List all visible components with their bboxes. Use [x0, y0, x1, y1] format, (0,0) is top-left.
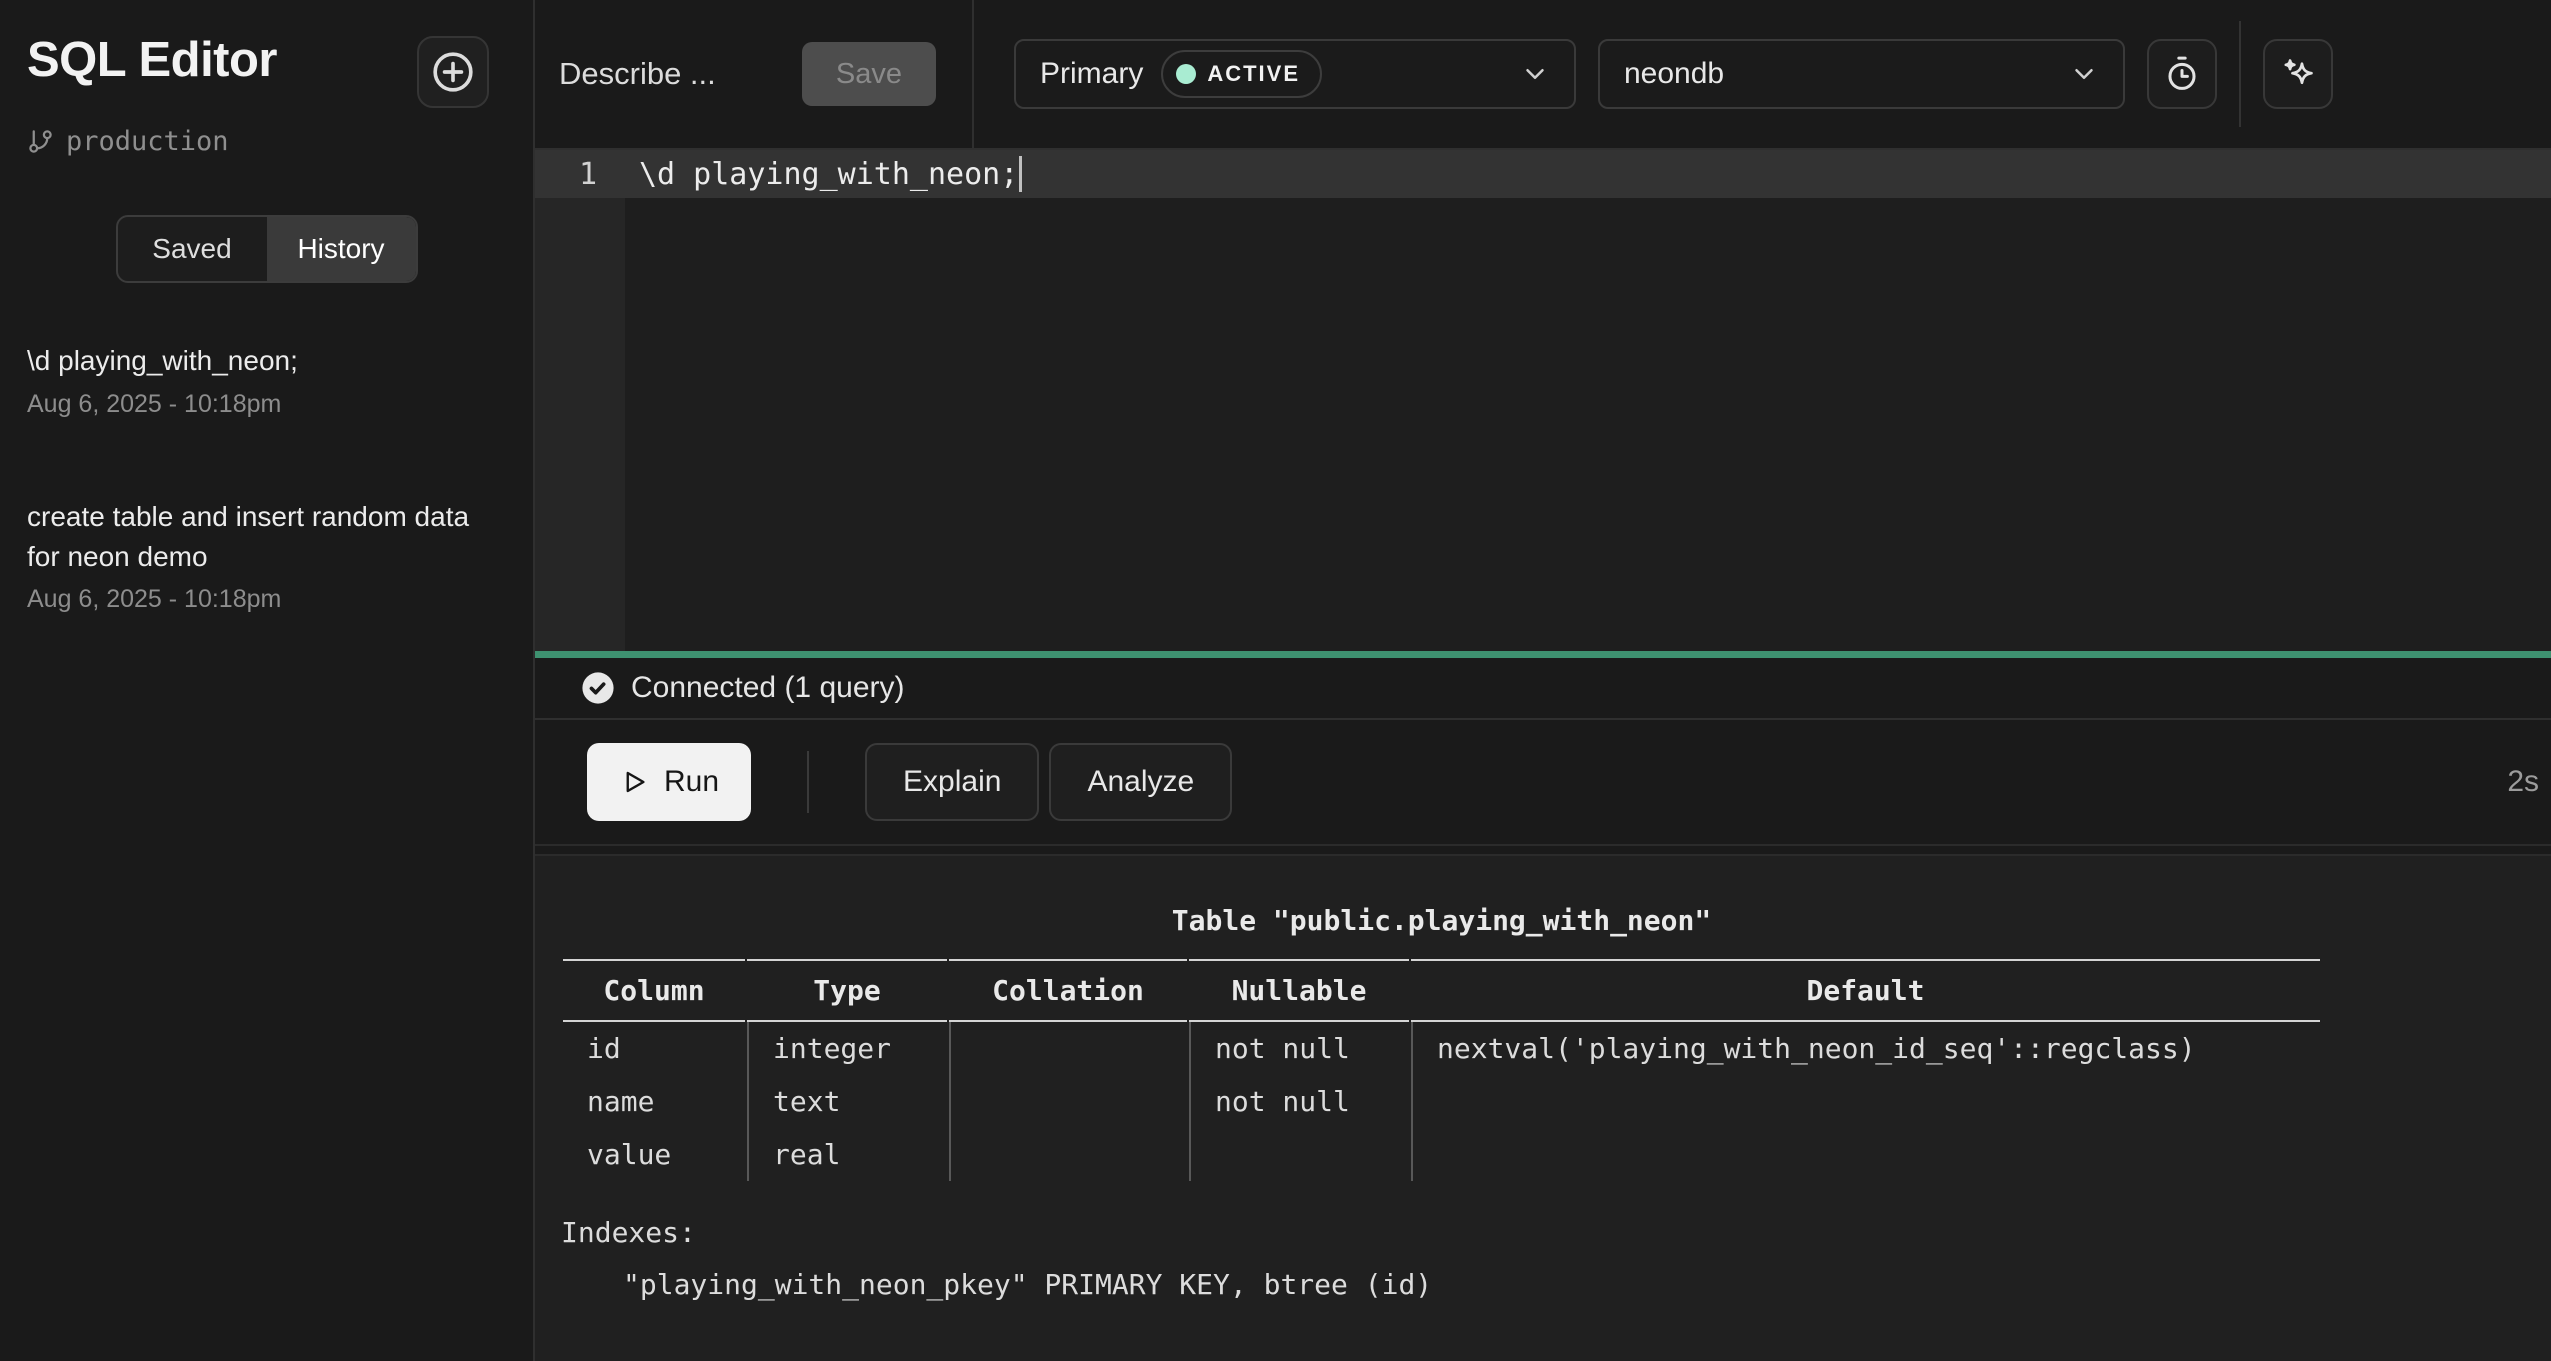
code-text: \d playing_with_neon; [639, 157, 1018, 192]
history-item[interactable]: create table and insert random data for … [27, 497, 513, 615]
branch-select[interactable]: Primary ACTIVE [1014, 39, 1576, 109]
table-cell [949, 1075, 1187, 1128]
sql-editor-app: SQL Editor production Saved History \d p… [0, 0, 2551, 1361]
column-header: Collation [949, 959, 1187, 1022]
text-cursor [1019, 156, 1022, 192]
tab-saved[interactable]: Saved [118, 217, 267, 281]
table-cell: id [563, 1022, 745, 1075]
query-title-input[interactable]: Describe ... [559, 56, 716, 92]
query-history-timer-button[interactable] [2147, 39, 2217, 109]
history-item[interactable]: \d playing_with_neon; Aug 6, 2025 - 10:1… [27, 341, 513, 419]
editor-gutter: 1 [535, 150, 625, 651]
history-item-timestamp: Aug 6, 2025 - 10:18pm [27, 390, 513, 419]
panel-gap [535, 846, 2551, 854]
table-cell: integer [747, 1022, 947, 1075]
results-panel: Table "public.playing_with_neon" Column … [535, 854, 2551, 1361]
analyze-button[interactable]: Analyze [1049, 743, 1232, 821]
table-row: value real [563, 1128, 2320, 1181]
active-status-badge: ACTIVE [1161, 50, 1322, 98]
table-row: name text not null [563, 1075, 2320, 1128]
column-header: Nullable [1189, 959, 1409, 1022]
sidebar-header: SQL Editor [0, 34, 533, 108]
table-cell: nextval('playing_with_neon_id_seq'::regc… [1411, 1022, 2320, 1075]
connection-status-bar: Connected (1 query) [535, 658, 2551, 720]
branch-indicator: production [27, 126, 533, 157]
table-cell [949, 1022, 1187, 1075]
stopwatch-icon [2163, 55, 2201, 93]
ai-assistant-button[interactable] [2263, 39, 2333, 109]
query-progress-bar [535, 651, 2551, 658]
indexes-label: Indexes: [561, 1207, 2551, 1259]
table-cell: real [747, 1128, 947, 1181]
save-button[interactable]: Save [802, 42, 936, 106]
status-dot-icon [1176, 64, 1196, 84]
sidebar: SQL Editor production Saved History \d p… [0, 0, 535, 1361]
circle-plus-icon [430, 49, 476, 95]
database-select[interactable]: neondb [1598, 39, 2125, 109]
indexes-section: Indexes: "playing_with_neon_pkey" PRIMAR… [561, 1207, 2551, 1311]
column-header: Type [747, 959, 947, 1022]
table-cell [1411, 1128, 2320, 1181]
table-cell: not null [1189, 1022, 1409, 1075]
column-header: Column [563, 959, 745, 1022]
history-item-title: \d playing_with_neon; [27, 341, 497, 381]
line-number: 1 [535, 150, 625, 198]
actions-divider [807, 751, 809, 813]
table-cell: text [747, 1075, 947, 1128]
actions-bar: Run Explain Analyze 2s [535, 720, 2551, 846]
saved-history-toggle: Saved History [116, 215, 418, 283]
column-header: Default [1411, 959, 2320, 1022]
active-code-line: \d playing_with_neon; [625, 150, 2551, 198]
explain-analyze-group: Explain Analyze [865, 743, 1232, 821]
git-branch-icon [27, 128, 54, 155]
topbar: Describe ... Save Primary ACTIVE neondb [535, 0, 2551, 150]
explain-button[interactable]: Explain [865, 743, 1039, 821]
table-header-row: Column Type Collation Nullable Default [563, 959, 2320, 1022]
chevron-down-icon [2069, 59, 2099, 89]
table-cell [1189, 1128, 1409, 1181]
main-panel: Describe ... Save Primary ACTIVE neondb [535, 0, 2551, 1361]
run-button-label: Run [664, 765, 719, 799]
query-duration: 2s [2507, 765, 2539, 799]
index-definition: "playing_with_neon_pkey" PRIMARY KEY, bt… [561, 1259, 2551, 1311]
table-row: id integer not null nextval('playing_wit… [563, 1022, 2320, 1075]
table-cell [1411, 1075, 2320, 1128]
branch-name: production [66, 126, 229, 157]
code-editor: 1 \d playing_with_neon; [535, 150, 2551, 651]
branch-select-value: Primary [1040, 57, 1143, 91]
history-item-timestamp: Aug 6, 2025 - 10:18pm [27, 585, 513, 614]
editor-code-area[interactable]: \d playing_with_neon; [625, 150, 2551, 651]
history-item-title: create table and insert random data for … [27, 497, 497, 577]
play-icon [619, 767, 649, 797]
sparkles-icon [2279, 55, 2317, 93]
page-title: SQL Editor [27, 34, 277, 88]
result-table-title: Table "public.playing_with_neon" [561, 904, 2322, 959]
database-select-value: neondb [1624, 57, 1724, 91]
connection-status-text: Connected (1 query) [631, 671, 905, 705]
query-meta: Describe ... Save [535, 0, 974, 148]
table-cell: name [563, 1075, 745, 1128]
tab-history[interactable]: History [267, 217, 416, 281]
check-circle-icon [581, 671, 615, 705]
table-cell: not null [1189, 1075, 1409, 1128]
run-button[interactable]: Run [587, 743, 751, 821]
chevron-down-icon [1520, 59, 1550, 89]
topbar-divider [2239, 21, 2241, 127]
topbar-controls: Primary ACTIVE neondb [974, 0, 2551, 148]
table-cell: value [563, 1128, 745, 1181]
table-cell [949, 1128, 1187, 1181]
new-query-button[interactable] [417, 36, 489, 108]
history-list: \d playing_with_neon; Aug 6, 2025 - 10:1… [27, 341, 513, 614]
status-badge-label: ACTIVE [1207, 61, 1300, 87]
describe-result-table: Table "public.playing_with_neon" Column … [561, 904, 2322, 1181]
